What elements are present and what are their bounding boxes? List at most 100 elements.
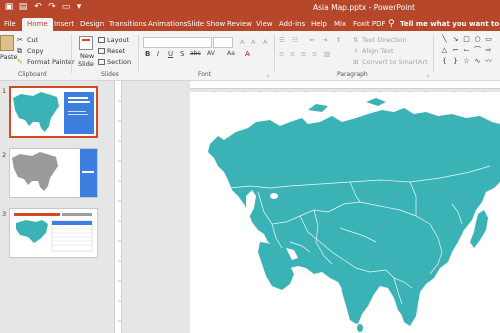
paste-icon[interactable] [0, 35, 14, 51]
tab-view[interactable]: View [254, 18, 275, 31]
section-icon [98, 59, 105, 65]
font-color-icon[interactable]: A [245, 50, 250, 58]
connector-shape-icon[interactable]: ⌐ [451, 46, 460, 55]
tab-home[interactable]: Home [22, 18, 53, 31]
right-arrow-shape-icon[interactable]: ⇨ [484, 46, 493, 55]
vertical-ruler [114, 81, 122, 333]
curve-shape-icon[interactable]: ⌒ [473, 46, 482, 55]
divider [71, 35, 72, 73]
format-painter-button[interactable]: Format Painter [27, 58, 75, 66]
align-left-icon[interactable]: ≡ [279, 50, 284, 58]
slide-number: 1 [2, 87, 7, 95]
save-icon[interactable]: ▣ [4, 2, 14, 13]
copy-button[interactable]: Copy [27, 47, 44, 55]
tab-file[interactable]: File [2, 18, 18, 31]
shrink-font-icon[interactable]: A [251, 38, 255, 46]
triangle-shape-icon[interactable]: △ [440, 46, 449, 55]
cut-button[interactable]: Cut [27, 36, 38, 44]
slide-thumbnail-2[interactable] [9, 148, 98, 198]
line-spacing-icon[interactable]: ↕ [336, 36, 341, 44]
bullets-icon[interactable]: ☰ [279, 36, 285, 44]
align-center-icon[interactable]: ≡ [290, 50, 295, 58]
slide-number: 2 [2, 151, 7, 159]
text-direction-button[interactable]: Text Direction [362, 36, 407, 44]
underline-button[interactable]: U [168, 50, 173, 58]
brace-shape-icon[interactable]: { [440, 57, 449, 66]
start-from-beginning-icon[interactable]: ▭ [61, 2, 71, 13]
bold-button[interactable]: B [145, 50, 150, 58]
reset-icon [98, 48, 105, 54]
arrow-shape-icon[interactable]: ↘ [451, 35, 460, 44]
new-slide-icon[interactable] [79, 36, 93, 50]
columns-icon[interactable]: ▥ [324, 50, 330, 58]
tab-help[interactable]: Help [309, 18, 329, 31]
layout-button[interactable]: Layout [107, 36, 129, 44]
star-shape-icon[interactable]: ☆ [462, 57, 471, 66]
tab-mix[interactable]: Mix [332, 18, 348, 31]
tab-animations[interactable]: Animations [146, 18, 189, 31]
tab-slide-show[interactable]: Slide Show [185, 18, 227, 31]
tell-me-search[interactable]: Tell me what you want to do [400, 18, 500, 30]
brace-shape-icon[interactable]: } [451, 57, 460, 66]
asia-map-table-thumbnail [14, 213, 93, 252]
scribble-shape-icon[interactable]: 〰 [484, 57, 493, 66]
rectangle-shape-icon[interactable]: □ [462, 35, 471, 44]
tab-foxit-pdf[interactable]: Foxit PDF [351, 18, 388, 31]
shadow-button[interactable]: S [180, 50, 184, 58]
font-size-input[interactable] [213, 37, 233, 48]
asia-map-thumbnail [13, 92, 94, 134]
paragraph-dialog-launcher-icon[interactable]: ⌟ [426, 71, 429, 79]
presenter-icon[interactable]: ▤ [18, 2, 28, 13]
numbering-icon[interactable]: ☷ [292, 36, 298, 44]
outdent-icon[interactable]: ⇥ [322, 36, 327, 44]
strikethrough-button[interactable]: abc [190, 50, 201, 58]
tab-transitions[interactable]: Transitions [107, 18, 149, 31]
align-text-button[interactable]: Align Text [362, 47, 394, 55]
asia-map[interactable] [190, 92, 500, 333]
italic-button[interactable]: I [157, 50, 159, 58]
convert-to-smartart-button[interactable]: Convert to SmartArt [362, 58, 428, 66]
tab-review[interactable]: Review [225, 18, 254, 31]
slide-thumbnail-1[interactable] [9, 86, 98, 138]
line-shape-icon[interactable]: ╲ [440, 35, 449, 44]
font-name-input[interactable] [143, 37, 212, 48]
redo-icon[interactable]: ↷ [47, 2, 57, 13]
section-button[interactable]: Section [107, 58, 131, 66]
lightbulb-icon: ⚲ [388, 19, 395, 29]
smartart-icon: ⊞ [353, 58, 359, 66]
clipboard-group-label: Clipboard [18, 71, 47, 78]
layout-icon [98, 37, 105, 43]
ribbon-tabs: File Home Insert Design Transitions Anim… [0, 16, 500, 31]
new-slide-label-1[interactable]: New [80, 52, 94, 60]
slide-canvas[interactable] [190, 92, 500, 333]
slides-group-label: Slides [101, 71, 119, 78]
slide-thumbnail-3[interactable] [9, 208, 98, 258]
reset-button[interactable]: Reset [107, 47, 125, 55]
align-right-icon[interactable]: ≡ [301, 50, 306, 58]
new-slide-label-2[interactable]: Slide [78, 60, 94, 68]
font-dialog-launcher-icon[interactable]: ⌟ [266, 71, 269, 79]
title-bar: ▣ ▤ ↶ ↷ ▭ ▾ Asia Map.pptx - PowerPoint [0, 0, 500, 16]
undo-icon[interactable]: ↶ [33, 2, 43, 13]
clear-format-icon[interactable]: A [263, 38, 267, 46]
tab-insert[interactable]: Insert [52, 18, 76, 31]
justify-icon[interactable]: ≡ [312, 50, 317, 58]
bent-connector-shape-icon[interactable]: ⌙ [462, 46, 471, 55]
char-spacing-button[interactable]: AV [207, 50, 215, 58]
asia-map-grey-thumbnail [12, 149, 97, 197]
slide-thumbnails-pane: 1 2 3 [0, 81, 108, 333]
grow-font-icon[interactable]: A [240, 38, 244, 46]
change-case-button[interactable]: Aa [227, 50, 235, 58]
rectangle-shape-icon[interactable]: ▭ [484, 35, 493, 44]
oval-shape-icon[interactable]: ○ [473, 35, 482, 44]
font-group-label: Font [198, 71, 212, 78]
freeform-shape-icon[interactable]: ∿ [473, 57, 482, 66]
tab-add-ins[interactable]: Add-ins [277, 18, 307, 31]
paste-button[interactable]: Paste [0, 53, 18, 61]
tab-design[interactable]: Design [78, 18, 106, 31]
indent-icon[interactable]: ⇤ [310, 36, 315, 44]
format-painter-icon: ✎ [17, 58, 23, 66]
divider [433, 35, 434, 73]
window-title: Asia Map.pptx - PowerPoint [313, 3, 415, 12]
customize-qat-icon[interactable]: ▾ [74, 2, 84, 13]
